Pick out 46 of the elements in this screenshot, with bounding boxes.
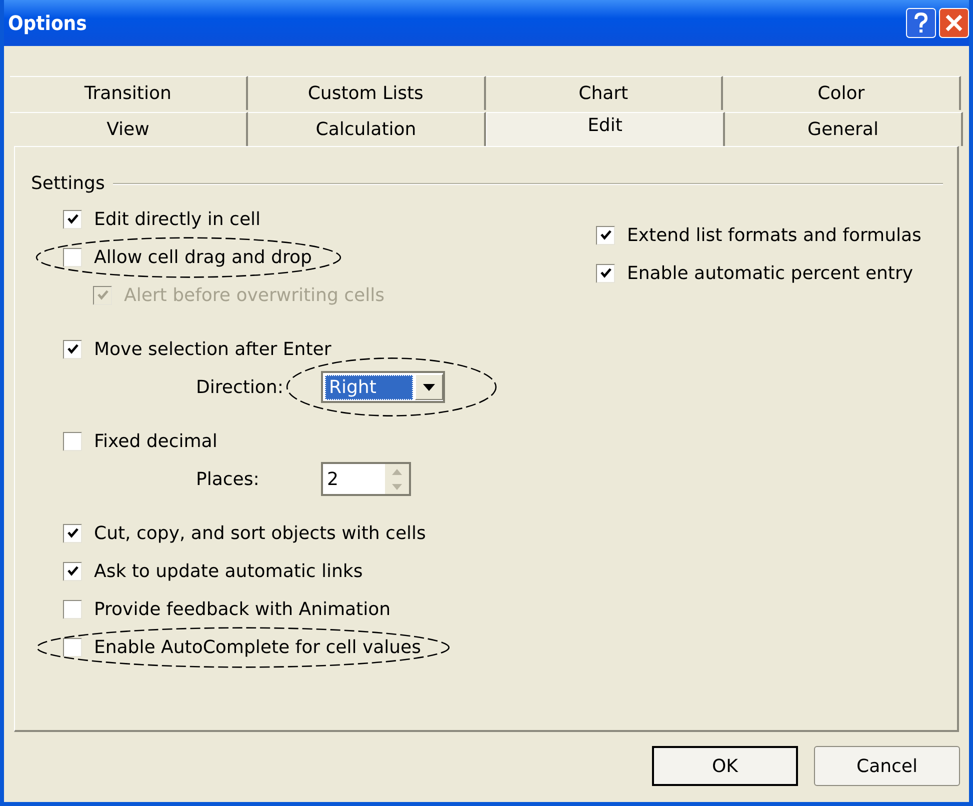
checkbox[interactable]: [63, 340, 82, 358]
tab[interactable]: Custom Lists: [248, 76, 486, 110]
tab[interactable]: General: [725, 112, 963, 146]
group-title: Settings: [31, 173, 105, 194]
checkbox-label: Edit directly in cell: [94, 208, 261, 230]
checkbox-label: Move selection after Enter: [94, 338, 332, 360]
checkmark-icon: [66, 212, 80, 226]
tab[interactable]: Color: [723, 76, 961, 110]
checkbox-label: Enable automatic percent entry: [627, 262, 914, 284]
field-label: Direction:: [196, 376, 284, 398]
checkmark-icon: [96, 288, 110, 302]
checkmark-icon: [66, 526, 80, 540]
tab[interactable]: Calculation: [248, 112, 486, 146]
checkbox[interactable]: [63, 600, 82, 618]
checkbox-label: Allow cell drag and drop: [94, 246, 312, 268]
tab[interactable]: View: [10, 112, 248, 146]
checkbox[interactable]: [63, 524, 82, 542]
checkbox-label: Fixed decimal: [94, 430, 218, 452]
checkbox-label: Cut, copy, and sort objects with cells: [94, 522, 426, 544]
tab[interactable]: Chart: [486, 76, 724, 110]
window-title: Options: [8, 11, 87, 35]
tab[interactable]: Transition: [10, 76, 248, 110]
checkmark-icon: [66, 564, 80, 578]
caret-icon: [423, 384, 435, 390]
checkbox[interactable]: [63, 248, 82, 266]
tab[interactable]: Edit: [486, 112, 725, 146]
checkbox-label: Extend list formats and formulas: [627, 224, 922, 246]
checkmark-icon: [598, 228, 612, 242]
dialog-button[interactable]: Cancel: [814, 746, 960, 786]
checkbox[interactable]: [596, 226, 615, 244]
checkbox-label: Ask to update automatic links: [94, 560, 363, 582]
checkbox[interactable]: [63, 562, 82, 580]
checkbox-label: Provide feedback with Animation: [94, 598, 391, 620]
close-icon[interactable]: [939, 8, 969, 38]
help-icon[interactable]: [906, 8, 936, 38]
checkmark-icon: [598, 266, 612, 280]
dropdown[interactable]: Right: [321, 371, 445, 403]
checkbox-label: Alert before overwriting cells: [124, 284, 384, 306]
checkbox[interactable]: [63, 432, 82, 450]
dialog-button[interactable]: OK: [652, 746, 798, 786]
checkmark-icon: [66, 342, 80, 356]
checkbox[interactable]: [63, 638, 82, 656]
field-label: Places:: [196, 468, 260, 490]
checkbox[interactable]: [596, 264, 615, 282]
checkbox[interactable]: [63, 210, 82, 228]
checkbox-label: Enable AutoComplete for cell values: [94, 636, 422, 658]
